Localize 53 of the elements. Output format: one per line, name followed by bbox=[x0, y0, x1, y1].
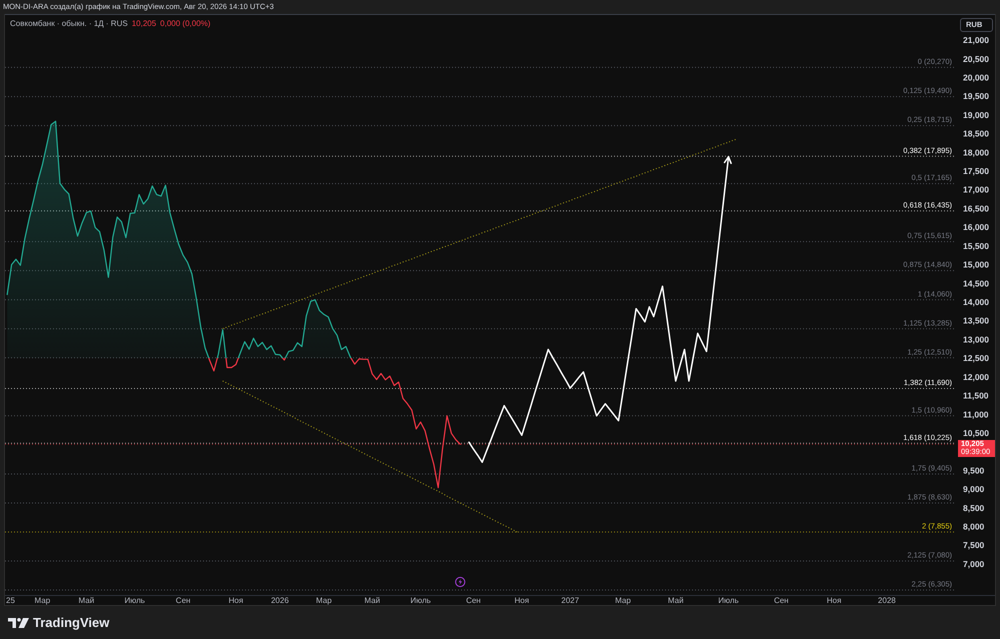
time-scale-label: Июль bbox=[410, 596, 431, 605]
time-scale-label: Сен bbox=[466, 596, 481, 605]
price-scale-label: 15,500 bbox=[963, 240, 989, 251]
price-scale-label: 7,500 bbox=[963, 540, 984, 550]
lightning-icon[interactable] bbox=[455, 576, 466, 588]
price-scale-label: 9,000 bbox=[963, 484, 984, 494]
price-scale-label: 20,000 bbox=[963, 72, 989, 82]
time-scale-label: Ноя bbox=[826, 596, 842, 605]
price-scale-label: 21,000 bbox=[963, 35, 989, 46]
price-scale-label: 16,000 bbox=[963, 222, 989, 232]
time-scale-label: 2028 bbox=[878, 596, 896, 605]
price-scale-label: 19,000 bbox=[963, 110, 989, 120]
price-scale-label: 20,500 bbox=[963, 54, 989, 64]
price-scale-label: 17,500 bbox=[963, 166, 989, 176]
last-price-value: 10,205 bbox=[132, 19, 156, 29]
price-scale-label: 12,500 bbox=[963, 353, 989, 364]
time-scale-label: Мар bbox=[34, 596, 50, 605]
price-scale-label: 13,500 bbox=[963, 316, 989, 326]
price-change: 0,000 (0,00%) bbox=[160, 19, 210, 29]
price-scale-label: 17,000 bbox=[963, 184, 989, 195]
price-scale-label: 11,000 bbox=[963, 409, 989, 420]
brand-name: TradingView bbox=[33, 614, 110, 630]
price-scale-label: 8,000 bbox=[963, 522, 984, 532]
price-scale-label: 18,000 bbox=[963, 147, 989, 158]
logo-icon bbox=[8, 618, 29, 628]
price-scale-label: 14,000 bbox=[963, 297, 989, 307]
time-scale-label: Мар bbox=[615, 596, 631, 605]
price-scale-label: 14,500 bbox=[963, 278, 989, 288]
price-scale-label: 18,500 bbox=[963, 128, 989, 139]
price-scale-label: 13,000 bbox=[963, 334, 989, 344]
price-scale-label: 12,000 bbox=[963, 372, 989, 382]
time-scale-label: Май bbox=[668, 596, 684, 605]
time-scale-label: 2026 bbox=[270, 596, 289, 605]
time-scale-label: Мар bbox=[316, 596, 332, 605]
time-scale-label: 25 bbox=[6, 596, 15, 605]
price-scale-label: 15,000 bbox=[963, 260, 989, 270]
price-scale-label: 11,500 bbox=[963, 390, 989, 401]
price-scale-label: 7,000 bbox=[963, 558, 984, 569]
price-scale-label: 19,500 bbox=[963, 91, 989, 102]
time-scale-label: Май bbox=[78, 596, 94, 605]
price-scale-label: 8,500 bbox=[963, 502, 984, 513]
symbol-title: Совкомбанк · обыкн. · 1Д · RUS bbox=[10, 19, 128, 29]
time-scale-label: Июль bbox=[718, 596, 739, 605]
time-scale-label: Сен bbox=[176, 596, 190, 605]
time-scale-label: 2027 bbox=[561, 596, 580, 605]
time-scale-label: Май bbox=[364, 596, 380, 605]
time-scale-label: Ноя bbox=[514, 596, 530, 605]
time-scale-label: Сен bbox=[774, 596, 789, 605]
time-scale-label: Ноя bbox=[228, 596, 244, 605]
price-scale-label: 16,500 bbox=[963, 203, 989, 214]
price-scale-label: 10,500 bbox=[963, 428, 989, 438]
time-scale-label: Июль bbox=[124, 596, 145, 605]
price-scale-label: 9,500 bbox=[963, 465, 984, 476]
